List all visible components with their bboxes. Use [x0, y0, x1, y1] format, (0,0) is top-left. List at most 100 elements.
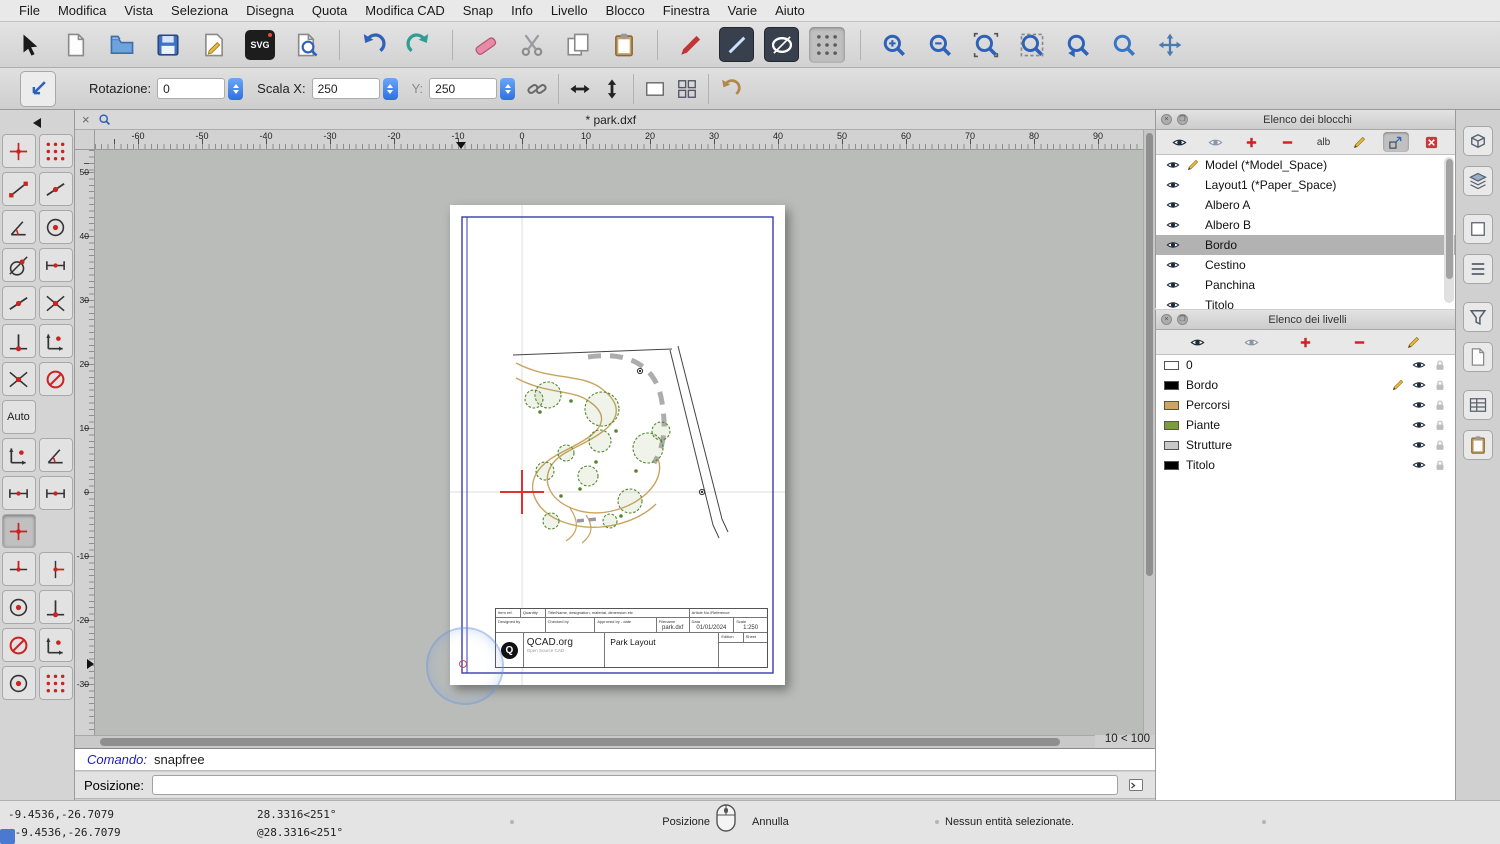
layer-visibility-icon[interactable] — [1412, 398, 1426, 412]
command-panel-button[interactable] — [1126, 776, 1146, 794]
close-panel-button[interactable]: × — [1161, 314, 1172, 325]
menu-modifica[interactable]: Modifica — [49, 3, 115, 18]
snap-angle-reference-button[interactable] — [38, 438, 73, 472]
zoom-out-button[interactable] — [922, 27, 958, 63]
layer-lock-icon[interactable] — [1433, 458, 1447, 472]
block-list-item[interactable]: Layout1 (*Paper_Space) — [1156, 175, 1455, 195]
menu-disegna[interactable]: Disegna — [237, 3, 303, 18]
scale-y-value[interactable]: 250 — [429, 78, 498, 99]
menu-blocco[interactable]: Blocco — [597, 3, 654, 18]
horizontal-scrollbar[interactable] — [95, 735, 1095, 748]
snap-reference-button[interactable] — [1, 666, 36, 700]
layer-lock-icon[interactable] — [1433, 398, 1447, 412]
command-history-panel-button[interactable] — [1463, 390, 1493, 420]
layer-list-item[interactable]: Piante — [1156, 415, 1455, 435]
block-visibility-icon[interactable] — [1166, 298, 1180, 309]
position-input[interactable] — [151, 775, 1118, 795]
document-tab-title[interactable]: * park.dxf — [89, 113, 1133, 127]
view-list-panel-button[interactable] — [1463, 254, 1493, 284]
drawing-canvas[interactable]: Item ref. Quantity Title/Name, designati… — [95, 150, 1143, 735]
menu-livello[interactable]: Livello — [542, 3, 597, 18]
block-list-scrollbar[interactable] — [1444, 157, 1454, 303]
remove-block-button[interactable] — [1274, 132, 1300, 152]
menu-info[interactable]: Info — [502, 3, 542, 18]
menu-quota[interactable]: Quota — [303, 3, 356, 18]
snap-endpoint-button[interactable] — [1, 172, 36, 206]
snap-distance2-button[interactable] — [38, 476, 73, 510]
auto-zoom-button[interactable] — [968, 27, 1004, 63]
layer-list-item[interactable]: Percorsi — [1156, 395, 1455, 415]
layer-visibility-icon[interactable] — [1412, 358, 1426, 372]
layer-lock-icon[interactable] — [1433, 438, 1447, 452]
undo-button[interactable] — [355, 27, 391, 63]
vertical-scrollbar-thumb[interactable] — [1146, 133, 1153, 576]
selection-filter-panel-button[interactable] — [1463, 302, 1493, 332]
keep-proportions-button[interactable] — [521, 73, 553, 105]
show-all-blocks-button[interactable] — [1166, 132, 1192, 152]
menu-seleziona[interactable]: Seleziona — [162, 3, 237, 18]
back-to-menu-button[interactable] — [19, 70, 56, 107]
redo-button[interactable] — [401, 27, 437, 63]
zoom-in-button[interactable] — [876, 27, 912, 63]
layer-visibility-icon[interactable] — [1412, 458, 1426, 472]
snap-center-button[interactable] — [38, 210, 73, 244]
snap-off-button[interactable] — [38, 362, 73, 396]
library-browser-panel-button[interactable] — [1463, 342, 1493, 372]
snap-polar-coordinate-button[interactable] — [1, 438, 36, 472]
block-list-item[interactable]: Cestino — [1156, 255, 1455, 275]
menu-modifica-cad[interactable]: Modifica CAD — [356, 3, 453, 18]
layer-list-item[interactable]: 0 — [1156, 355, 1455, 375]
layer-lock-icon[interactable] — [1433, 358, 1447, 372]
block-visibility-icon[interactable] — [1166, 278, 1180, 292]
snap-intersection-button[interactable] — [38, 286, 73, 320]
frame-option-button[interactable] — [639, 73, 671, 105]
layer-color-swatch[interactable] — [1164, 380, 1179, 390]
snap-perpendicular2-button[interactable] — [38, 590, 73, 624]
cut-button[interactable] — [514, 27, 550, 63]
rotation-stepper[interactable]: 0 — [157, 77, 244, 100]
vertical-scrollbar[interactable] — [1143, 130, 1155, 735]
line-style-button[interactable] — [719, 27, 754, 62]
zoom-selection-button[interactable] — [1014, 27, 1050, 63]
block-list-panel-button[interactable] — [1463, 214, 1493, 244]
copy-button[interactable] — [560, 27, 596, 63]
hide-all-layers-button[interactable] — [1238, 332, 1264, 352]
snap-middle-button[interactable] — [1, 286, 36, 320]
eraser-button[interactable] — [468, 27, 504, 63]
menu-aiuto[interactable]: Aiuto — [766, 3, 814, 18]
snap-intersection-manual-button[interactable] — [1, 362, 36, 396]
add-block-button[interactable] — [1238, 132, 1264, 152]
command-line[interactable]: Comando: snapfree — [75, 748, 1155, 771]
block-list-item[interactable]: Panchina — [1156, 275, 1455, 295]
layer-list-panel-button[interactable] — [1463, 166, 1493, 196]
restrict-horizontal-button[interactable] — [1, 552, 36, 586]
block-visibility-icon[interactable] — [1166, 158, 1180, 172]
layer-list-item[interactable]: Bordo — [1156, 375, 1455, 395]
block-list-item[interactable]: Model (*Model_Space) — [1156, 155, 1455, 175]
horizontal-scrollbar-thumb[interactable] — [100, 738, 1060, 746]
pen-properties-button[interactable] — [673, 27, 709, 63]
block-list-item[interactable]: Titolo — [1156, 295, 1455, 309]
layer-lock-icon[interactable] — [1433, 378, 1447, 392]
layer-color-swatch[interactable] — [1164, 360, 1179, 370]
layer-color-swatch[interactable] — [1164, 420, 1179, 430]
stepper-buttons[interactable] — [500, 77, 516, 100]
snap-distance-button[interactable] — [38, 248, 73, 282]
snap-grid-button[interactable] — [38, 134, 73, 168]
scale-x-stepper[interactable]: 250 — [311, 77, 398, 100]
layer-color-swatch[interactable] — [1164, 440, 1179, 450]
clipboard-panel-button[interactable] — [1463, 430, 1493, 460]
stepper-buttons[interactable] — [382, 77, 398, 100]
layer-color-swatch[interactable] — [1164, 400, 1179, 410]
block-visibility-icon[interactable] — [1166, 258, 1180, 272]
new-file-button[interactable] — [58, 27, 94, 63]
menu-finestra[interactable]: Finestra — [654, 3, 719, 18]
block-visibility-icon[interactable] — [1166, 198, 1180, 212]
block-list-item[interactable]: Albero B — [1156, 215, 1455, 235]
menu-file[interactable]: File — [10, 3, 49, 18]
flip-horizontal-button[interactable] — [564, 73, 596, 105]
print-preview-button[interactable] — [288, 27, 324, 63]
edit-document-button[interactable] — [196, 27, 232, 63]
selection-tool-button[interactable] — [12, 27, 48, 63]
previous-view-button[interactable] — [1060, 27, 1096, 63]
